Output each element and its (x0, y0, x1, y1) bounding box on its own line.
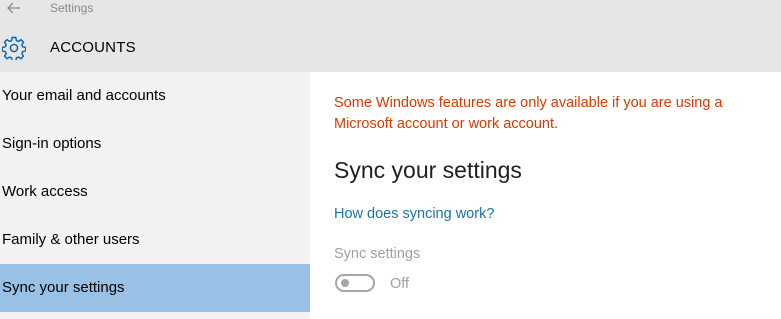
main-content: Some Windows features are only available… (310, 72, 781, 319)
header-bar: Settings ACCOUNTS (0, 0, 781, 72)
sidebar-item-sync-settings[interactable]: Sync your settings (0, 264, 310, 312)
back-button[interactable] (0, 0, 30, 18)
page-title: ACCOUNTS (50, 39, 136, 56)
sidebar-item-email-accounts[interactable]: Your email and accounts (0, 72, 310, 120)
settings-window: Settings ACCOUNTS Your email and account… (0, 0, 781, 319)
sidebar-item-label: Sync your settings (2, 279, 125, 296)
toggle-knob (341, 279, 349, 287)
sidebar-item-label: Your email and accounts (2, 87, 166, 104)
sidebar-item-work-access[interactable]: Work access (0, 168, 310, 216)
sidebar-item-label: Work access (2, 183, 88, 200)
sync-settings-toggle[interactable] (335, 274, 375, 292)
toggle-state-label: Off (390, 276, 410, 292)
sidebar-item-sign-in-options[interactable]: Sign-in options (0, 120, 310, 168)
sync-settings-label: Sync settings (334, 246, 421, 262)
sidebar-item-label: Family & other users (2, 231, 140, 248)
sidebar-nav: Your email and accounts Sign-in options … (0, 72, 310, 319)
gear-icon (2, 36, 26, 60)
window-title: Settings (50, 1, 94, 15)
back-arrow-icon (7, 2, 20, 14)
sidebar-item-family-users[interactable]: Family & other users (0, 216, 310, 264)
content-title: Sync your settings (334, 157, 522, 183)
sidebar-item-label: Sign-in options (2, 135, 102, 152)
how-syncing-works-link[interactable]: How does syncing work? (334, 205, 494, 223)
account-warning-text: Some Windows features are only available… (334, 95, 723, 132)
